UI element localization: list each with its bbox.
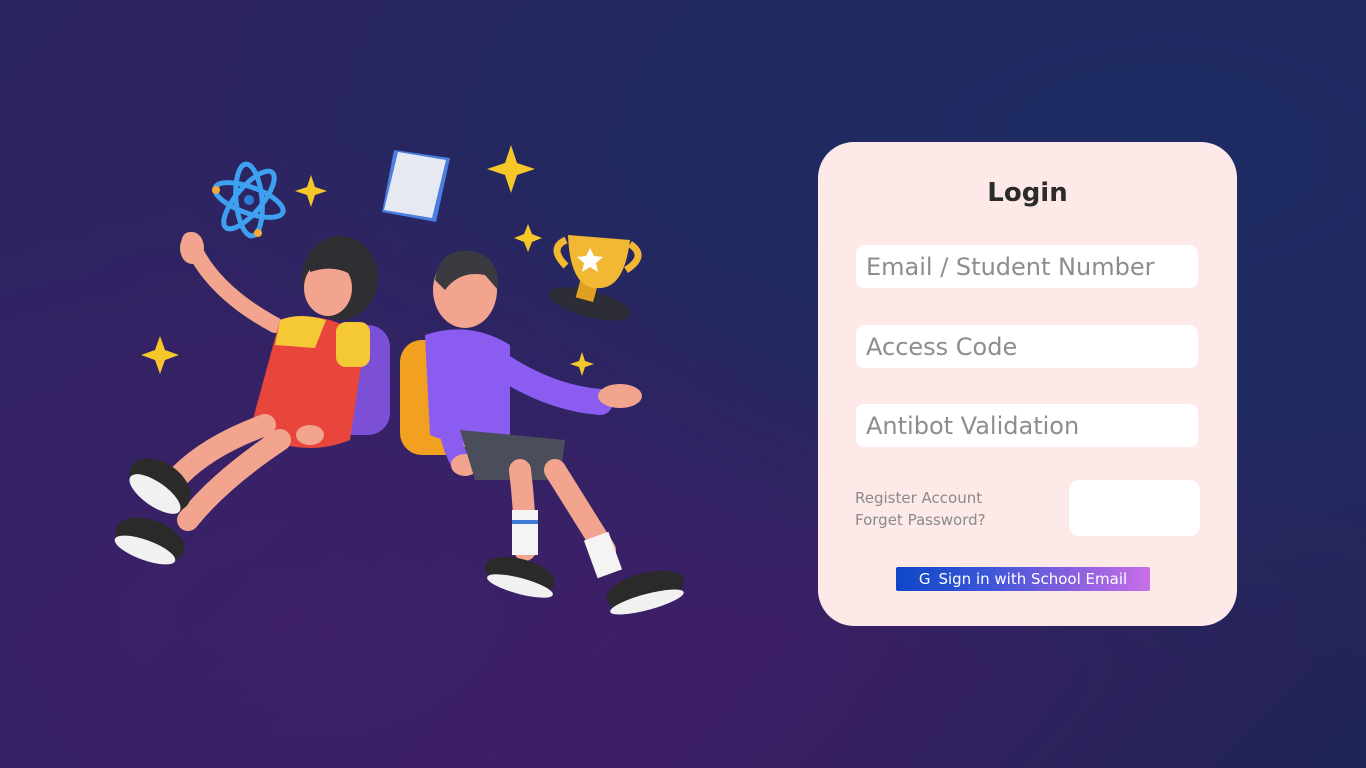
- girl-character: [114, 232, 390, 565]
- antibot-input[interactable]: Antibot Validation: [856, 404, 1198, 447]
- access-code-input[interactable]: Access Code: [856, 325, 1198, 368]
- email-input[interactable]: Email / Student Number: [856, 245, 1198, 288]
- antibot-placeholder: Antibot Validation: [866, 411, 1080, 440]
- login-title: Login: [987, 178, 1068, 208]
- boy-character: [400, 250, 684, 615]
- email-placeholder: Email / Student Number: [866, 252, 1155, 281]
- atom-icon: [212, 161, 286, 239]
- students-illustration: [114, 145, 684, 615]
- school-email-signin-label: Sign in with School Email: [938, 570, 1128, 588]
- trophy-icon: [549, 235, 642, 321]
- forgot-password-link[interactable]: Forget Password?: [855, 509, 986, 531]
- google-icon: G: [918, 570, 931, 588]
- access-code-placeholder: Access Code: [866, 332, 1018, 361]
- book-icon: [382, 150, 450, 222]
- register-account-link[interactable]: Register Account: [855, 487, 986, 509]
- account-links: Register Account Forget Password?: [855, 487, 986, 531]
- captcha-box[interactable]: [1069, 480, 1200, 536]
- school-email-signin-button[interactable]: G Sign in with School Email: [896, 567, 1150, 591]
- login-card: [818, 142, 1237, 626]
